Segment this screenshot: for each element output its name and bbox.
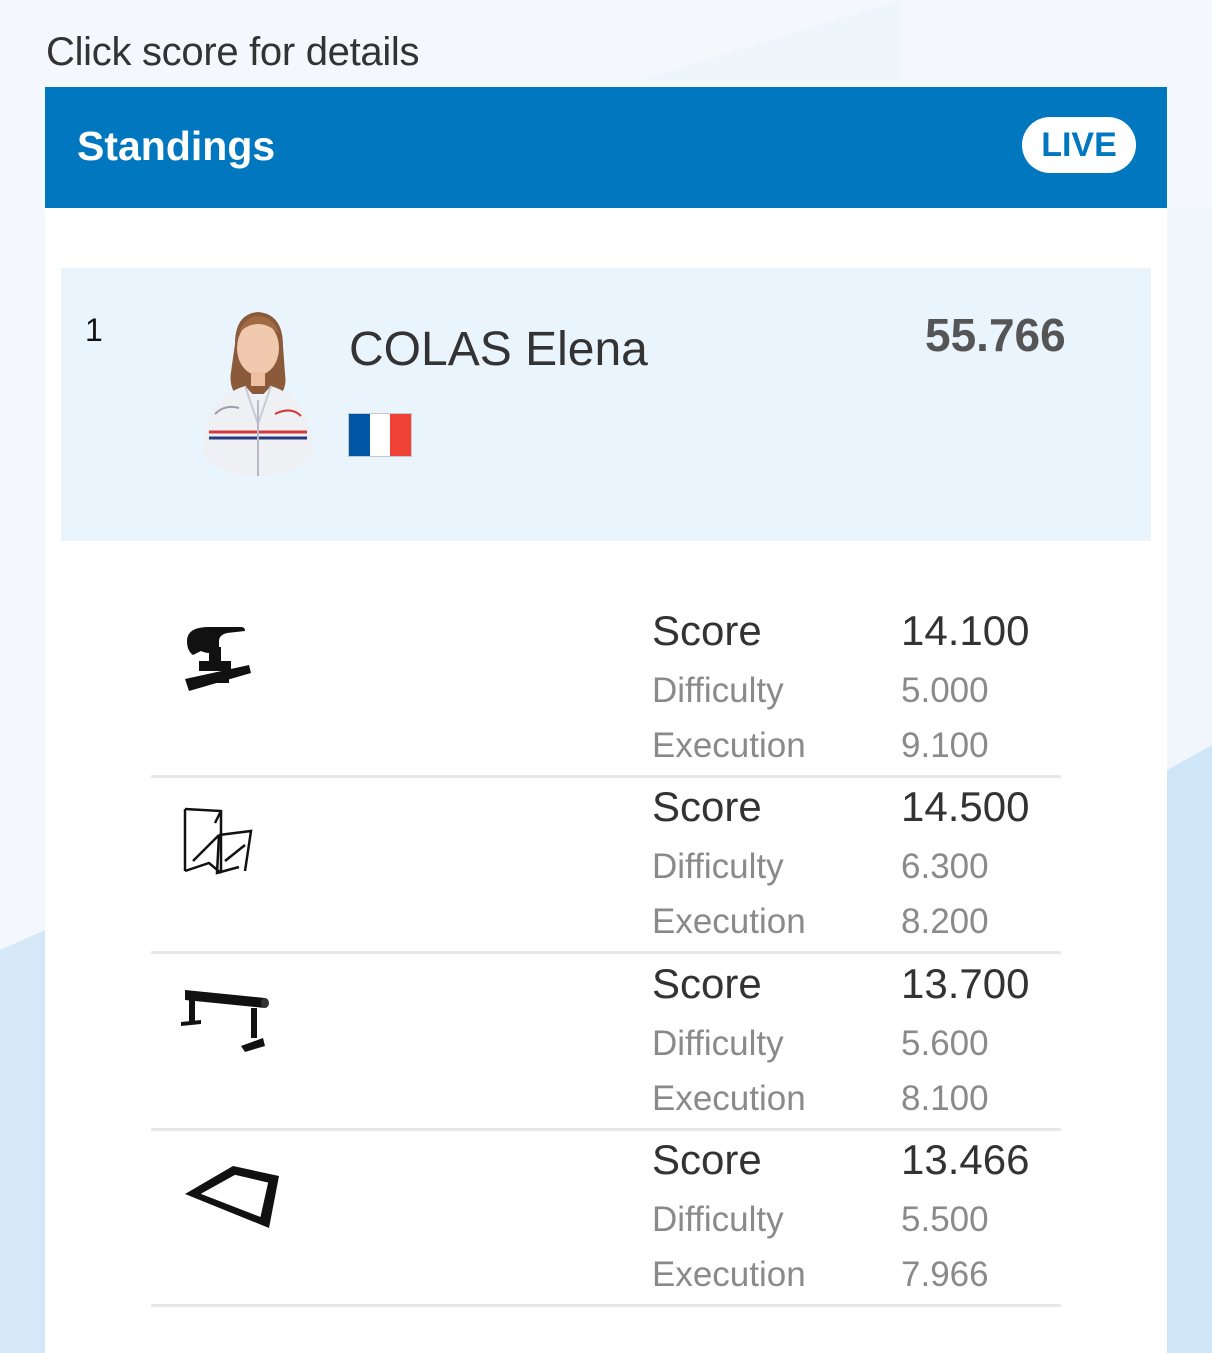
floor-exercise-icon — [185, 1166, 279, 1228]
uneven-bars-icon — [183, 807, 253, 875]
standings-header: Standings LIVE — [45, 87, 1167, 208]
athlete-name: COLAS Elena — [349, 323, 648, 376]
score-label: Score — [652, 607, 762, 654]
score-value[interactable]: 13.466 — [901, 1136, 1029, 1184]
execution-label: Execution — [652, 1079, 806, 1118]
athlete-row[interactable]: 1 COLAS Elena 55.766 — [61, 268, 1151, 541]
live-badge[interactable]: LIVE — [1022, 117, 1136, 173]
standings-panel: Standings LIVE 1 COLAS Elena 55.766 Scor… — [45, 87, 1167, 1353]
flag-stripe-blue — [349, 414, 370, 456]
execution-label: Execution — [652, 902, 806, 941]
click-score-hint: Click score for details — [46, 30, 420, 74]
apparatus-row-vault[interactable]: Score Difficulty Execution 14.100 5.000 … — [151, 599, 1061, 778]
apparatus-row-floor[interactable]: Score Difficulty Execution 13.466 5.500 … — [151, 1128, 1061, 1307]
score-label: Score — [652, 1136, 762, 1183]
apparatus-row-balance-beam[interactable]: Score Difficulty Execution 13.700 5.600 … — [151, 952, 1061, 1131]
athlete-rank: 1 — [85, 312, 103, 348]
difficulty-value: 5.600 — [901, 1024, 989, 1063]
difficulty-value: 5.500 — [901, 1200, 989, 1239]
difficulty-label: Difficulty — [652, 1024, 784, 1063]
score-label: Score — [652, 783, 762, 830]
difficulty-value: 6.300 — [901, 847, 989, 886]
balance-beam-icon — [181, 990, 269, 1052]
difficulty-value: 5.000 — [901, 671, 989, 710]
score-value[interactable]: 14.100 — [901, 607, 1029, 655]
execution-value: 7.966 — [901, 1255, 989, 1294]
flag-stripe-white — [369, 414, 391, 456]
vault-icon — [185, 627, 251, 691]
score-label: Score — [652, 960, 762, 1007]
score-value[interactable]: 13.700 — [901, 960, 1029, 1008]
france-flag-icon — [348, 413, 412, 457]
difficulty-label: Difficulty — [652, 1200, 784, 1239]
athlete-avatar — [203, 312, 313, 476]
score-value[interactable]: 14.500 — [901, 783, 1029, 831]
difficulty-label: Difficulty — [652, 847, 784, 886]
apparatus-row-uneven-bars[interactable]: Score Difficulty Execution 14.500 6.300 … — [151, 775, 1061, 954]
flag-stripe-red — [390, 414, 412, 456]
standings-title: Standings — [77, 123, 276, 169]
difficulty-label: Difficulty — [652, 671, 784, 710]
execution-value: 8.100 — [901, 1079, 989, 1118]
execution-label: Execution — [652, 1255, 806, 1294]
execution-value: 8.200 — [901, 902, 989, 941]
execution-value: 9.100 — [901, 726, 989, 765]
execution-label: Execution — [652, 726, 806, 765]
total-score[interactable]: 55.766 — [925, 308, 1066, 362]
